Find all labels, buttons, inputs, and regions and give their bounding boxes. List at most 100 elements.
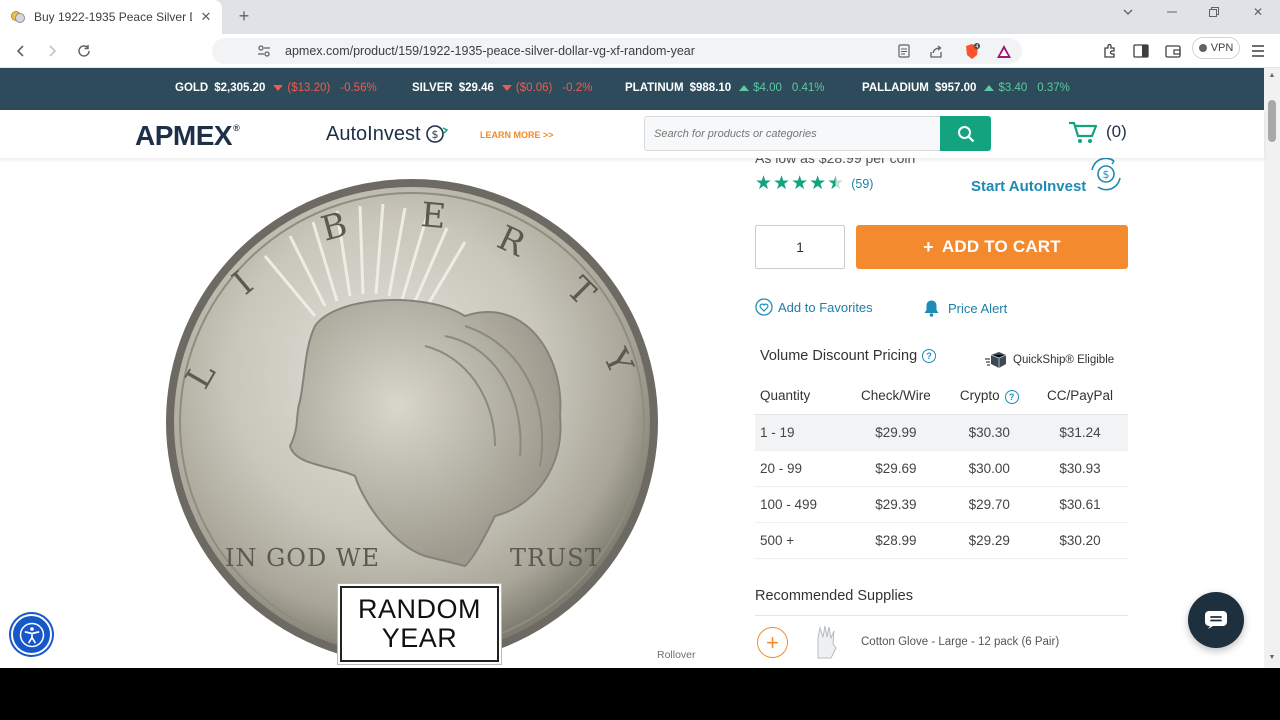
random-label-line2: YEAR: [381, 623, 458, 653]
ticker-item-platinum[interactable]: PLATINUM $988.10 $4.00 0.41%: [625, 82, 835, 94]
search-input[interactable]: [645, 117, 940, 150]
close-window-icon[interactable]: ✕: [1238, 0, 1278, 24]
help-icon[interactable]: ?: [922, 349, 937, 363]
volume-pricing-label: Volume Discount Pricing: [760, 348, 918, 364]
table-cell: 1 - 19: [755, 414, 846, 451]
column-header: Check/Wire: [845, 378, 947, 415]
url-text: apmex.com/product/159/1922-1935-peace-si…: [285, 44, 695, 58]
autoinvest-cycle-icon: $: [1084, 157, 1128, 194]
vpn-label: VPN: [1210, 42, 1234, 54]
scroll-down-icon[interactable]: ▼: [1267, 654, 1277, 664]
ticker-item-gold[interactable]: GOLD $2,305.20 ($13.20) -0.56%: [175, 82, 387, 94]
add-to-favorites-label: Add to Favorites: [778, 299, 873, 315]
apmex-logo[interactable]: APMEX®: [135, 120, 240, 152]
quantity-input[interactable]: [756, 226, 844, 268]
learn-more-link[interactable]: LEARN MORE >>: [480, 130, 554, 140]
chat-icon: [1204, 610, 1228, 630]
plus-icon: +: [923, 236, 934, 257]
chat-button[interactable]: [1188, 592, 1244, 648]
reload-icon[interactable]: [73, 40, 95, 62]
minimize-icon[interactable]: [1152, 0, 1192, 24]
star-icon: ★: [791, 173, 809, 194]
menu-icon[interactable]: [1248, 41, 1268, 61]
back-icon[interactable]: [10, 40, 32, 62]
review-count-link[interactable]: (59): [851, 177, 873, 191]
wallet-icon[interactable]: [1163, 41, 1183, 61]
accessibility-icon: [19, 622, 45, 648]
vpn-button[interactable]: VPN: [1192, 37, 1240, 59]
table-row: 100 - 499 $29.39 $29.70 $30.61: [755, 486, 1128, 523]
start-autoinvest-link[interactable]: Start AutoInvest: [971, 178, 1086, 195]
page-scrollbar[interactable]: ▲ ▼: [1264, 68, 1280, 668]
quickship-label: QuickShip® Eligible: [1013, 354, 1115, 366]
search-button[interactable]: [940, 116, 991, 151]
add-to-cart-button[interactable]: + ADD TO CART: [856, 225, 1128, 269]
quantity-field[interactable]: [755, 225, 845, 269]
volume-pricing-table: Quantity Check/Wire Crypto? CC/PayPal 1 …: [755, 378, 1128, 559]
rating-stars[interactable]: ★ ★ ★ ★ ★ (59): [755, 174, 873, 194]
ticker-change: $3.40: [998, 82, 1028, 94]
coins-favicon-icon: [10, 9, 26, 25]
table-cell: $29.70: [946, 486, 1032, 523]
table-cell: 100 - 499: [755, 486, 846, 523]
supply-item-name[interactable]: Cotton Glove - Large - 12 pack (6 Pair): [861, 636, 1059, 648]
add-supply-button[interactable]: +: [757, 627, 788, 658]
svg-text:4: 4: [975, 44, 978, 50]
cart-count: (0): [1106, 122, 1127, 141]
ticker-item-palladium[interactable]: PALLADIUM $957.00 $3.40 0.37%: [862, 82, 1080, 94]
autoinvest-text: AutoInvest: [326, 122, 421, 145]
autoinvest-logo[interactable]: AutoInvest $: [326, 122, 449, 146]
browser-tab[interactable]: Buy 1922-1935 Peace Silver Doll ✕: [0, 0, 222, 34]
ticker-change: $4.00: [753, 82, 782, 94]
close-tab-icon[interactable]: ✕: [198, 9, 214, 25]
restore-icon[interactable]: [1194, 0, 1234, 24]
cotton-glove-thumbnail[interactable]: [808, 624, 844, 660]
site-header: APMEX® AutoInvest $ LEARN MORE >> (0): [0, 110, 1264, 158]
volume-pricing-title: Volume Discount Pricing ?: [760, 348, 937, 364]
add-to-favorites-link[interactable]: Add to Favorites: [755, 298, 873, 316]
new-tab-icon[interactable]: +: [233, 5, 255, 27]
tab-search-icon[interactable]: [1108, 0, 1148, 24]
forward-icon[interactable]: [41, 40, 63, 62]
brave-shields-icon[interactable]: 4: [964, 42, 980, 59]
column-header: Crypto?: [946, 378, 1032, 415]
svg-text:IN GOD WE: IN GOD WE: [225, 544, 380, 572]
price-alert-link[interactable]: Price Alert: [923, 299, 1007, 317]
table-cell: 20 - 99: [755, 450, 846, 487]
reader-mode-icon[interactable]: [896, 43, 912, 59]
table-cell: $30.20: [1032, 522, 1128, 559]
ticker-price: $957.00: [934, 82, 977, 94]
quickship-box-icon: [985, 351, 1007, 369]
ticker-metal-name: PLATINUM: [625, 82, 684, 94]
star-icon: ★: [773, 173, 791, 194]
ticker-change: ($13.20): [287, 82, 331, 94]
scroll-up-icon[interactable]: ▲: [1267, 72, 1277, 82]
table-cell: $30.30: [946, 414, 1032, 451]
sidebar-icon[interactable]: [1131, 41, 1151, 61]
table-cell: $30.61: [1032, 486, 1128, 523]
table-cell: $31.24: [1032, 414, 1128, 451]
star-icon: ★: [755, 173, 773, 194]
cart-button[interactable]: (0): [1068, 120, 1127, 144]
search-icon: [957, 125, 975, 143]
search-field[interactable]: [644, 116, 941, 151]
share-icon[interactable]: [928, 43, 944, 59]
table-cell: $29.69: [845, 450, 947, 487]
ticker-percent: 0.37%: [1037, 82, 1070, 94]
scroll-thumb[interactable]: [1268, 100, 1276, 142]
brave-rewards-icon[interactable]: [996, 43, 1012, 59]
address-bar[interactable]: apmex.com/product/159/1922-1935-peace-si…: [212, 38, 1022, 64]
accessibility-button[interactable]: [11, 614, 52, 655]
svg-text:$: $: [431, 128, 438, 141]
browser-toolbar: apmex.com/product/159/1922-1935-peace-si…: [0, 34, 1280, 68]
ticker-item-silver[interactable]: SILVER $29.46 ($0.06) -0.2%: [412, 82, 602, 94]
quickship-badge: QuickShip® Eligible: [985, 351, 1114, 369]
star-icon: ★: [809, 173, 827, 194]
extensions-icon[interactable]: [1100, 41, 1120, 61]
svg-text:TRUST: TRUST: [510, 544, 602, 572]
table-cell: 500 +: [755, 522, 846, 559]
site-settings-icon[interactable]: [256, 43, 272, 59]
help-icon[interactable]: ?: [1004, 389, 1019, 404]
table-header-row: Quantity Check/Wire Crypto? CC/PayPal: [755, 378, 1128, 415]
table-row: 1 - 19 $29.99 $30.30 $31.24: [755, 414, 1128, 451]
